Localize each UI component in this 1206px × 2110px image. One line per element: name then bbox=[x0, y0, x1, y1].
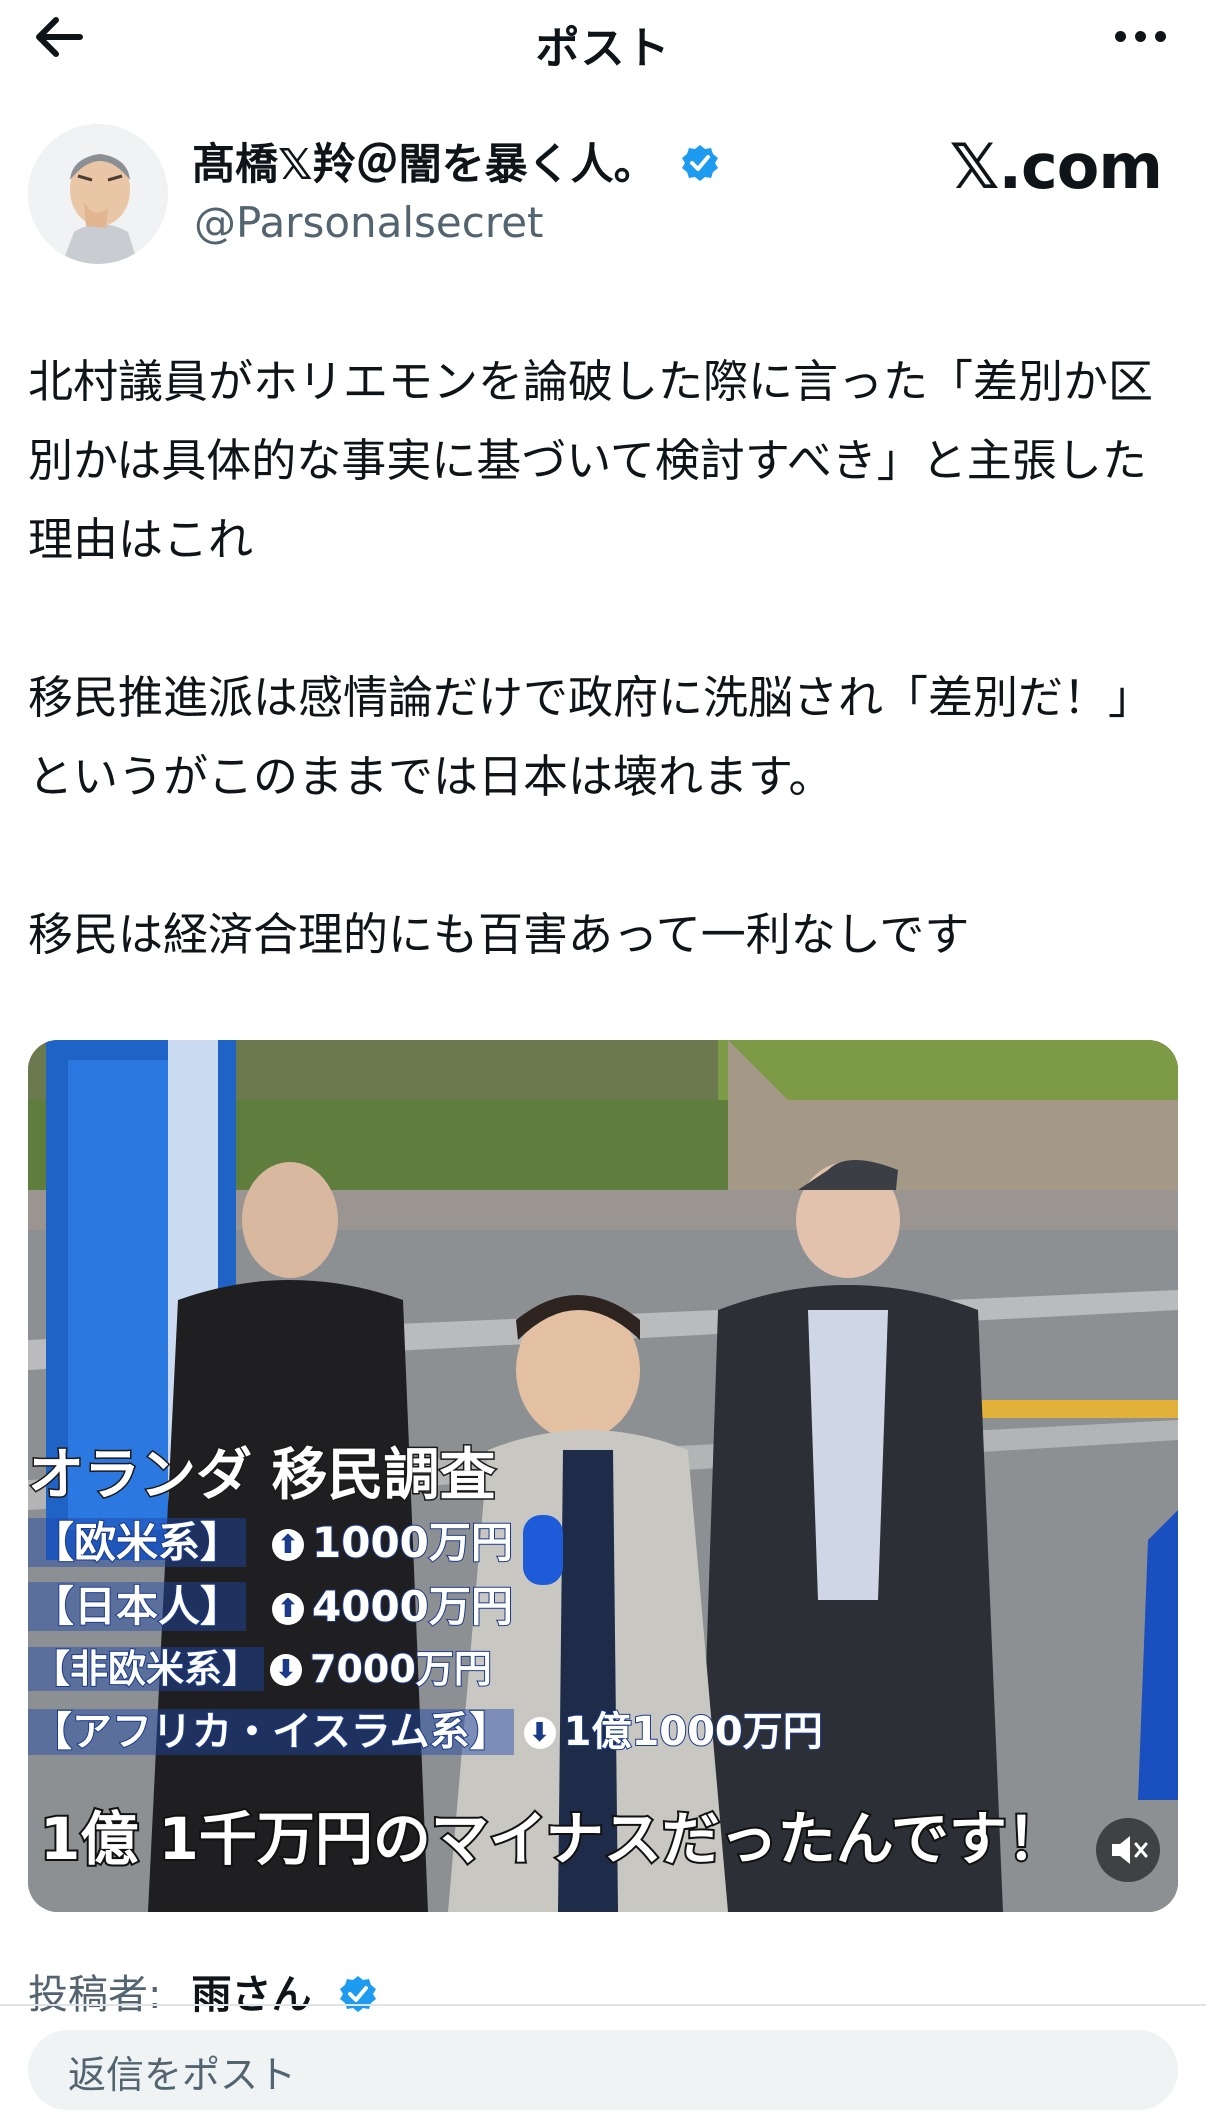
row-value: 1億1000万円 bbox=[563, 1709, 824, 1755]
row-label: 【非欧米系】 bbox=[28, 1647, 265, 1691]
post-text: 北村議員がホリエモンを論破した際に言った「差別か区別かは具体的な事実に基づいて検… bbox=[28, 355, 1154, 961]
poster-label: 投稿者: bbox=[28, 1972, 162, 2018]
row-value: 7000万円 bbox=[309, 1647, 493, 1691]
caption-title: オランダ 移民調査 bbox=[28, 1443, 497, 1508]
row-label: 【日本人】 bbox=[28, 1582, 247, 1631]
more-options-icon[interactable] bbox=[1096, 18, 1166, 54]
arrow-down-icon: ⬇ bbox=[523, 1717, 556, 1749]
caption-row-japanese: 【日本人】 ⬆ 4000万円 bbox=[28, 1582, 514, 1631]
verified-badge-icon bbox=[340, 1976, 377, 2012]
caption-row-africa-islam: 【アフリカ・イスラム系】 ⬇ 1億1000万円 bbox=[28, 1709, 824, 1755]
caption-row-western: 【欧米系】 ⬆ 1000万円 bbox=[28, 1518, 514, 1567]
post-author: 髙橋𝕏羚＠闇を暴く人。 @Parsonalsecret 𝕏.com bbox=[28, 124, 1178, 264]
avatar[interactable] bbox=[28, 124, 168, 264]
page-title: ポスト bbox=[535, 23, 671, 74]
x-com-watermark: 𝕏.com bbox=[949, 130, 1163, 203]
verified-badge-icon bbox=[681, 145, 718, 181]
caption-row-non-western: 【非欧米系】 ⬇ 7000万円 bbox=[28, 1647, 493, 1691]
row-label: 【アフリカ・イスラム系】 bbox=[28, 1709, 514, 1755]
author-name-text: 髙橋𝕏羚＠闇を暴く人。 bbox=[192, 140, 657, 190]
top-bar: ポスト bbox=[0, 0, 1206, 80]
reply-input[interactable]: 返信をポスト bbox=[28, 2030, 1178, 2110]
reply-placeholder: 返信をポスト bbox=[68, 2053, 297, 2097]
caption-bottom: 1億 1千万円のマイナスだったんです！ bbox=[38, 1805, 1067, 1873]
row-value: 1000万円 bbox=[311, 1518, 514, 1567]
row-value: 4000万円 bbox=[311, 1582, 514, 1631]
post-video[interactable]: オランダ 移民調査 【欧米系】 ⬆ 1000万円 【日本人】 ⬆ 4000万円 【非欧米… bbox=[28, 1040, 1178, 1912]
mute-icon[interactable] bbox=[1096, 1818, 1160, 1882]
arrow-up-icon: ⬆ bbox=[272, 1593, 305, 1625]
media-poster: 投稿者: 雨さん bbox=[28, 1962, 378, 2020]
arrow-up-icon: ⬆ bbox=[272, 1529, 305, 1561]
divider bbox=[0, 2004, 1206, 2006]
author-handle[interactable]: @Parsonalsecret bbox=[194, 198, 544, 247]
author-display-name[interactable]: 髙橋𝕏羚＠闇を暴く人。 bbox=[192, 130, 720, 192]
poster-name[interactable]: 雨さん bbox=[191, 1972, 311, 2018]
arrow-down-icon: ⬇ bbox=[270, 1654, 303, 1686]
row-label: 【欧米系】 bbox=[28, 1518, 247, 1567]
